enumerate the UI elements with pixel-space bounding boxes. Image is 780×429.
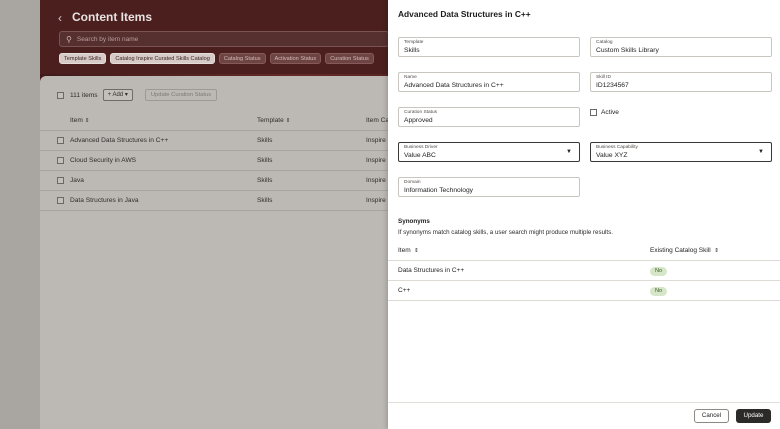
skill-id-field[interactable]: Skill ID ID1234567 <box>590 72 772 92</box>
catalog-value: Custom Skills Library <box>596 47 659 54</box>
synonyms-description: If synonyms match catalog skills, a user… <box>398 229 613 236</box>
search-bar[interactable]: ⚲ <box>59 31 389 47</box>
active-checkbox[interactable] <box>590 109 597 116</box>
row-checkbox[interactable] <box>57 157 64 164</box>
column-header-template-label: Template <box>257 117 284 124</box>
active-checkbox-group[interactable]: Active <box>590 109 619 116</box>
sort-icon: ⇕ <box>712 248 719 254</box>
filter-chips: Template Skills Catalog Inspire Curated … <box>59 53 374 64</box>
row-item[interactable]: Advanced Data Structures in C++ <box>70 131 168 151</box>
business-capability-select[interactable]: Business Capability Value XYZ ▼ <box>590 142 772 162</box>
row-checkbox[interactable] <box>57 197 64 204</box>
sort-icon: ⇕ <box>285 118 291 124</box>
row-checkbox[interactable] <box>57 177 64 184</box>
existing-catalog-skill-cell: No <box>650 261 668 281</box>
filter-chip-catalog[interactable]: Catalog Inspire Curated Skills Catalog <box>110 53 215 64</box>
row-template: Skills <box>257 137 273 144</box>
synonym-row[interactable]: C++ No <box>388 281 780 301</box>
business-driver-select[interactable]: Business Driver Value ABC ▼ <box>398 142 580 162</box>
column-header-item-label: Item <box>70 117 83 124</box>
row-template: Skills <box>257 197 273 204</box>
row-template: Skills <box>257 177 273 184</box>
item-count: 111 items <box>70 91 98 99</box>
skill-id-value[interactable]: ID1234567 <box>596 81 766 90</box>
business-driver-value[interactable]: Value ABC <box>404 151 574 160</box>
synonyms-table-header: Item ⇕ Existing Catalog Skill ⇕ <box>388 241 780 261</box>
row-checkbox[interactable] <box>57 137 64 144</box>
row-item[interactable]: Java <box>70 171 84 191</box>
chevron-down-icon[interactable]: ▼ <box>566 149 572 155</box>
column-header-existing-label: Existing Catalog Skill <box>650 247 711 254</box>
chevron-down-icon: ▾ <box>124 92 128 98</box>
row-item[interactable]: Data Structures in Java <box>70 191 139 211</box>
update-button[interactable]: Update <box>736 409 771 423</box>
row-template: Skills <box>257 157 273 164</box>
status-badge: No <box>650 287 668 296</box>
name-value[interactable]: Advanced Data Structures in C++ <box>404 81 574 90</box>
column-header-item[interactable]: Item ⇕ <box>70 111 89 131</box>
row-item[interactable]: Cloud Security in AWS <box>70 151 136 171</box>
filter-chip-template[interactable]: Template Skills <box>59 53 107 64</box>
existing-catalog-skill-cell: No <box>650 281 668 301</box>
add-button[interactable]: + Add ▾ <box>102 89 133 101</box>
chevron-down-icon[interactable]: ▼ <box>758 149 764 155</box>
catalog-field: Catalog Custom Skills Library <box>590 37 772 57</box>
active-label[interactable]: Active <box>601 109 619 116</box>
items-table: Item ⇕ Template ⇕ Item Ca Advanced Data St… <box>40 111 392 211</box>
template-field: Template Skills <box>398 37 580 57</box>
synonym-item: C++ <box>398 287 411 294</box>
table-row[interactable]: Cloud Security in AWS Skills Inspire <box>40 151 392 171</box>
sort-icon: ⇕ <box>84 118 90 124</box>
synonym-item: Data Structures in C++ <box>398 267 465 274</box>
business-capability-value[interactable]: Value XYZ <box>596 151 766 160</box>
select-all-checkbox[interactable] <box>57 91 64 99</box>
drawer-title: Advanced Data Structures in C++ <box>398 9 531 19</box>
column-header-template[interactable]: Template ⇕ <box>257 111 290 131</box>
table-row[interactable]: Data Structures in Java Skills Inspire <box>40 191 392 211</box>
template-value: Skills <box>404 47 420 54</box>
items-toolbar: 111 items + Add ▾ Update Curation Status <box>57 89 218 101</box>
filter-chip-activation-status[interactable]: Activation Status <box>269 53 322 64</box>
update-curation-status-button[interactable]: Update Curation Status <box>144 89 218 101</box>
synonym-row[interactable]: Data Structures in C++ No <box>388 261 780 281</box>
left-rail <box>0 0 40 429</box>
synonyms-heading: Synonyms <box>398 218 430 225</box>
search-icon: ⚲ <box>66 34 72 44</box>
domain-value[interactable]: Information Technology <box>404 186 574 195</box>
page-title: Content Items <box>72 10 153 24</box>
curation-status-value: Approved <box>404 117 433 124</box>
domain-field[interactable]: Domain Information Technology <box>398 177 580 197</box>
search-input[interactable] <box>76 35 277 43</box>
name-field[interactable]: Name Advanced Data Structures in C++ <box>398 72 580 92</box>
table-header: Item ⇕ Template ⇕ Item Ca <box>40 111 392 131</box>
column-header-synonym-item[interactable]: Item ⇕ <box>398 241 419 261</box>
table-row[interactable]: Java Skills Inspire <box>40 171 392 191</box>
item-details-drawer: Advanced Data Structures in C++ Template… <box>388 0 780 429</box>
status-badge: No <box>650 267 668 276</box>
cancel-button[interactable]: Cancel <box>694 409 729 423</box>
column-header-synonym-item-label: Item <box>398 247 411 254</box>
add-label: Add <box>112 92 124 98</box>
filter-chip-catalog-status[interactable]: Catalog Status <box>218 53 266 64</box>
column-header-existing-catalog-skill[interactable]: Existing Catalog Skill ⇕ <box>650 241 719 261</box>
synonyms-table: Item ⇕ Existing Catalog Skill ⇕ Data Str… <box>388 241 780 301</box>
curation-status-field: Curation Status Approved <box>398 107 580 127</box>
table-row[interactable]: Advanced Data Structures in C++ Skills I… <box>40 131 392 151</box>
filter-chip-curation-status[interactable]: Curation Status <box>325 53 374 64</box>
sort-icon: ⇕ <box>412 248 419 254</box>
back-chevron-icon[interactable]: ‹ <box>58 11 62 25</box>
